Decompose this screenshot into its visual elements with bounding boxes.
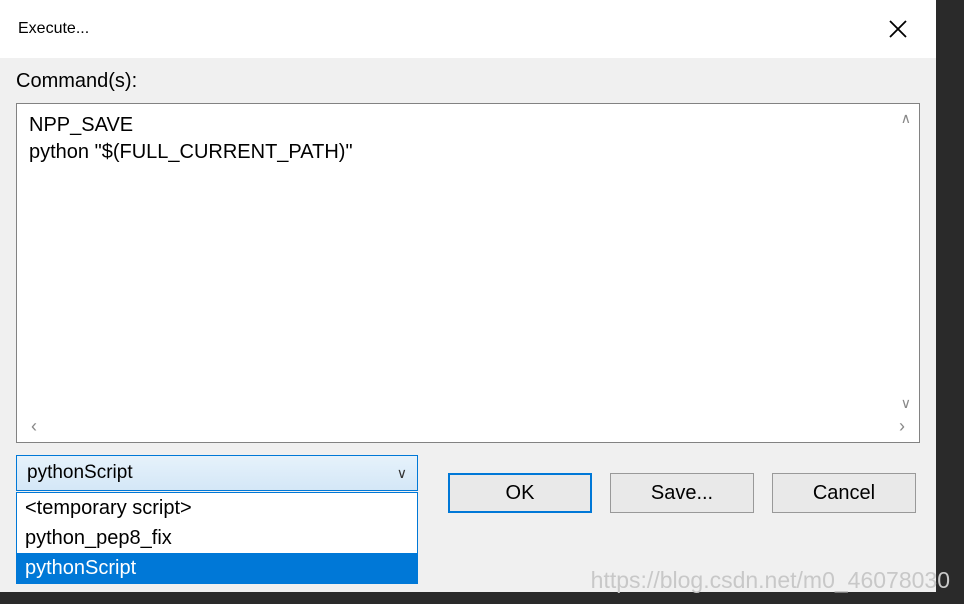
content-area: Command(s): NPP_SAVE python "$(FULL_CURR… <box>0 58 936 525</box>
dropdown-option-pep8[interactable]: python_pep8_fix <box>17 523 417 553</box>
cancel-button[interactable]: Cancel <box>772 473 916 513</box>
scroll-down-icon[interactable]: ∨ <box>901 395 911 412</box>
controls-row: pythonScript ∨ <temporary script> python… <box>16 455 920 513</box>
scroll-up-icon[interactable]: ∧ <box>901 110 911 127</box>
horizontal-scrollbar[interactable]: ‹ › <box>17 414 919 438</box>
close-button[interactable] <box>878 9 918 49</box>
button-row: OK Save... Cancel <box>448 473 916 513</box>
commands-text: NPP_SAVE python "$(FULL_CURRENT_PATH)" <box>17 104 919 174</box>
script-dropdown[interactable]: pythonScript ∨ <temporary script> python… <box>16 455 418 491</box>
scroll-left-icon[interactable]: ‹ <box>31 416 37 437</box>
save-button[interactable]: Save... <box>610 473 754 513</box>
commands-label: Command(s): <box>16 70 920 93</box>
close-icon <box>888 19 908 39</box>
execute-dialog: Execute... Command(s): NPP_SAVE python "… <box>0 0 936 592</box>
ok-button[interactable]: OK <box>448 473 592 513</box>
titlebar: Execute... <box>0 0 936 58</box>
chevron-down-icon: ∨ <box>397 465 407 482</box>
dropdown-button[interactable]: pythonScript ∨ <box>16 455 418 491</box>
dropdown-list: <temporary script> python_pep8_fix pytho… <box>16 492 418 584</box>
dropdown-option-temporary[interactable]: <temporary script> <box>17 493 417 523</box>
scroll-right-icon[interactable]: › <box>899 416 905 437</box>
dropdown-option-pythonscript[interactable]: pythonScript <box>17 553 417 583</box>
dropdown-selected: pythonScript <box>27 462 133 484</box>
watermark-text: https://blog.csdn.net/m0_46078030 <box>591 567 950 594</box>
commands-textarea[interactable]: NPP_SAVE python "$(FULL_CURRENT_PATH)" ∧… <box>16 103 920 443</box>
dialog-title: Execute... <box>18 20 89 38</box>
